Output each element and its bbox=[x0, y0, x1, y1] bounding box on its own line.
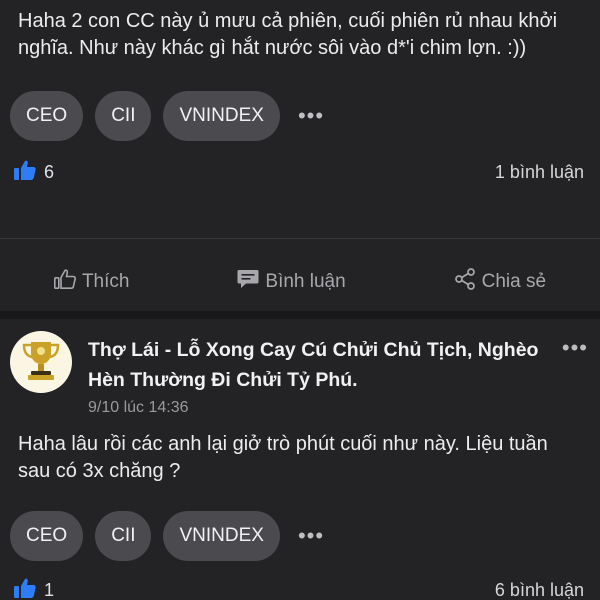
post-header: Thợ Lái - Lỗ Xong Cay Cú Chửi Chủ Tịch, … bbox=[0, 319, 600, 417]
feed: Haha 2 con CC này ủ mưu cả phiên, cuối p… bbox=[0, 0, 600, 600]
more-tags-button[interactable]: ••• bbox=[292, 91, 330, 141]
comment-icon bbox=[237, 269, 259, 295]
like-filled-icon bbox=[14, 160, 36, 185]
author-name[interactable]: Thợ Lái - Lỗ Xong Cay Cú Chửi Chủ Tịch, … bbox=[88, 335, 562, 395]
comment-count[interactable]: 6 bình luận bbox=[495, 580, 584, 600]
share-label: Chia sẻ bbox=[481, 271, 547, 292]
tag-chip[interactable]: VNINDEX bbox=[163, 511, 280, 561]
like-label: Thích bbox=[81, 271, 130, 292]
post-menu-button[interactable]: ••• bbox=[562, 335, 588, 361]
post-text: Haha 2 con CC này ủ mưu cả phiên, cuối p… bbox=[18, 10, 558, 59]
post-stats: 1 6 bình luận bbox=[0, 575, 600, 600]
share-button[interactable]: Chia sẻ bbox=[454, 268, 546, 296]
trophy-icon bbox=[18, 337, 64, 388]
post-text: Haha lâu rồi các anh lại giở trò phút cu… bbox=[18, 433, 548, 482]
like-count[interactable]: 1 bbox=[14, 578, 54, 600]
post-1: Haha 2 con CC này ủ mưu cả phiên, cuối p… bbox=[0, 8, 600, 187]
tag-chip[interactable]: CEO bbox=[10, 511, 84, 561]
comment-button[interactable]: Bình luận bbox=[237, 269, 346, 295]
author-info: Thợ Lái - Lỗ Xong Cay Cú Chửi Chủ Tịch, … bbox=[72, 331, 562, 417]
comment-label: Bình luận bbox=[265, 271, 346, 292]
divider bbox=[0, 238, 600, 239]
post-actions: Thích Bình luận Chia sẻ bbox=[0, 254, 600, 310]
like-filled-icon bbox=[14, 578, 36, 600]
tag-list: CEO CII VNINDEX ••• bbox=[0, 91, 600, 141]
like-outline-icon bbox=[53, 269, 76, 295]
avatar[interactable] bbox=[10, 331, 72, 393]
like-count[interactable]: 6 bbox=[14, 160, 54, 185]
share-icon bbox=[454, 268, 476, 296]
post-time: 9/10 lúc 14:36 bbox=[88, 399, 189, 416]
like-button[interactable]: Thích bbox=[53, 269, 130, 295]
more-tags-button[interactable]: ••• bbox=[292, 511, 330, 561]
tag-chip[interactable]: CII bbox=[95, 511, 152, 561]
comment-count[interactable]: 1 bình luận bbox=[495, 162, 584, 183]
tag-chip[interactable]: CEO bbox=[10, 91, 84, 141]
tag-chip[interactable]: CII bbox=[95, 91, 152, 141]
tag-chip[interactable]: VNINDEX bbox=[163, 91, 280, 141]
like-count-value: 6 bbox=[44, 161, 55, 182]
post-stats: 6 1 bình luận bbox=[0, 157, 600, 187]
tag-list: CEO CII VNINDEX ••• bbox=[0, 511, 600, 561]
post-separator bbox=[0, 311, 600, 319]
post-2: Thợ Lái - Lỗ Xong Cay Cú Chửi Chủ Tịch, … bbox=[0, 319, 600, 600]
like-count-value: 1 bbox=[44, 579, 55, 600]
